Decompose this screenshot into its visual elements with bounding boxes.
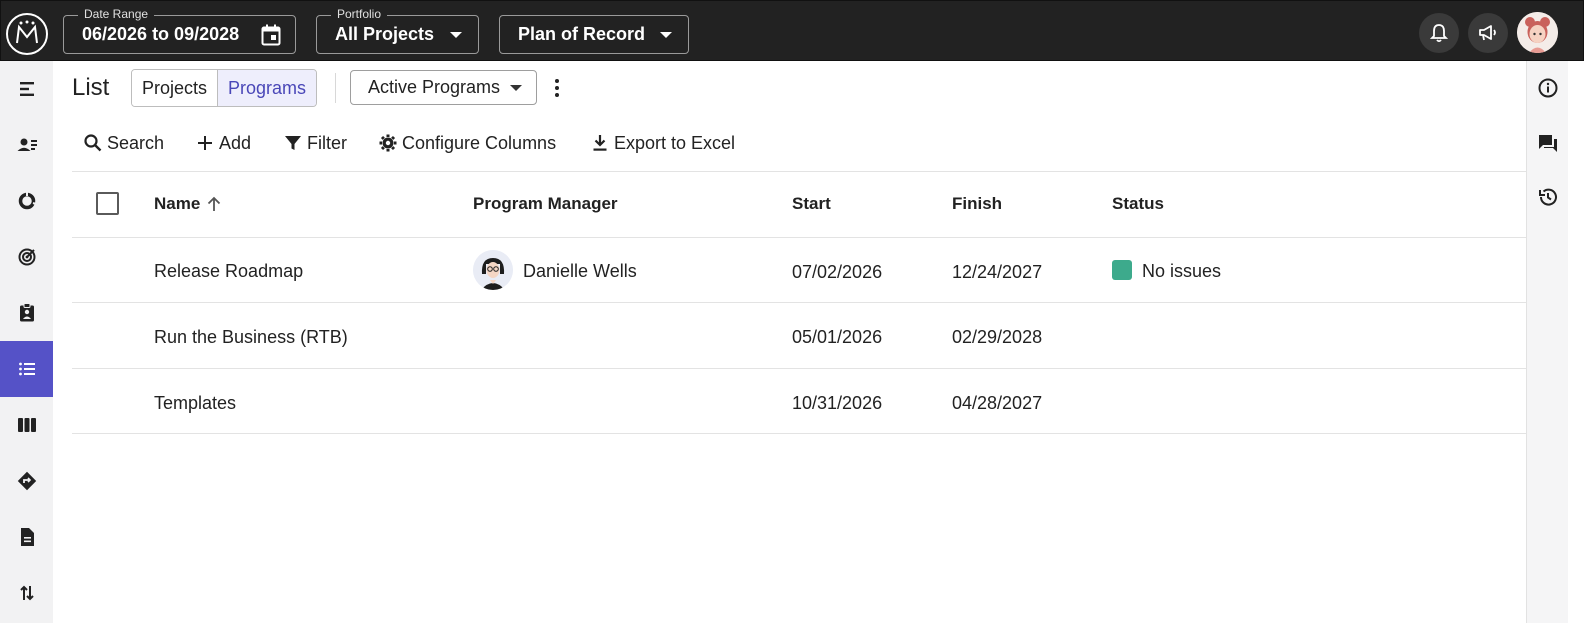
sidebar-item-gantt[interactable] [0, 61, 53, 117]
top-bar: Date Range 06/2026 to 09/2028 Portfolio … [0, 0, 1584, 61]
date-range-field[interactable]: Date Range 06/2026 to 09/2028 [63, 7, 296, 54]
row-2-start: 05/01/2026 [792, 327, 883, 347]
page-title: List [72, 74, 110, 101]
row-2-finish: 02/29/2028 [952, 327, 1043, 347]
export-excel-button[interactable]: Export to Excel [590, 130, 735, 156]
portfolio-select[interactable]: Portfolio All Projects [316, 7, 479, 54]
add-button[interactable]: Add [195, 130, 251, 156]
date-range-legend: Date Range [78, 7, 155, 21]
toggle-programs[interactable]: Programs [217, 70, 317, 106]
chevron-down-icon [510, 85, 522, 91]
calendar-icon[interactable] [261, 24, 281, 46]
document-icon [20, 528, 34, 546]
row-1-finish: 12/24/2027 [952, 262, 1043, 282]
column-header-finish[interactable]: Finish [952, 194, 1002, 214]
right-rail [1526, 61, 1568, 623]
column-header-status[interactable]: Status [1112, 194, 1164, 214]
add-label: Add [219, 132, 252, 153]
chevron-down-icon [450, 32, 462, 38]
date-range-value: 06/2026 to 09/2028 [82, 24, 240, 44]
left-sidebar [0, 61, 53, 623]
user-avatar[interactable] [1517, 12, 1558, 53]
resource-icon [17, 138, 37, 151]
sidebar-item-roadmap[interactable] [0, 453, 53, 509]
bell-icon [1430, 24, 1448, 43]
table-row-divider [72, 433, 1526, 434]
row-3-name[interactable]: Templates [154, 393, 236, 414]
sidebar-item-board[interactable] [0, 397, 53, 453]
configure-columns-button[interactable]: Configure Columns [378, 130, 556, 156]
app-logo-icon[interactable] [6, 13, 48, 55]
sidebar-item-list[interactable] [0, 341, 53, 397]
filter-button[interactable]: Filter [283, 130, 347, 156]
row-1-name[interactable]: Release Roadmap [154, 261, 303, 282]
gantt-icon [19, 82, 34, 96]
filter-label: Filter [307, 132, 347, 153]
column-header-start[interactable]: Start [792, 194, 831, 214]
table-row-divider [72, 368, 1526, 369]
manager-avatar [473, 250, 513, 290]
search-icon [84, 134, 102, 152]
more-options-icon[interactable] [550, 76, 564, 100]
target-icon [18, 248, 35, 266]
plus-icon [198, 136, 212, 150]
sidebar-item-resources[interactable] [0, 117, 53, 173]
portfolio-donut-icon [18, 192, 36, 210]
table-row-divider [72, 237, 1526, 238]
history-icon [1539, 188, 1557, 206]
megaphone-icon [1479, 25, 1496, 41]
chat-icon [1539, 135, 1557, 152]
row-3-start: 10/31/2026 [792, 393, 883, 413]
chevron-down-icon [660, 32, 672, 38]
saved-view-select[interactable]: Active Programs [350, 70, 537, 105]
divider [335, 73, 336, 103]
portfolio-value: All Projects [335, 24, 435, 44]
info-button[interactable] [1527, 68, 1569, 108]
column-header-name[interactable]: Name [154, 194, 200, 214]
status-indicator [1112, 260, 1132, 280]
table-top-border [72, 171, 1526, 172]
search-label: Search [107, 132, 165, 153]
plan-select[interactable]: Plan of Record [499, 15, 689, 54]
row-1-start: 07/02/2026 [792, 262, 883, 282]
export-excel-label: Export to Excel [614, 132, 736, 153]
announcements-button[interactable] [1468, 13, 1508, 53]
filter-icon [285, 136, 301, 150]
toggle-projects[interactable]: Projects [132, 70, 218, 106]
sort-arrows-icon [19, 585, 34, 601]
configure-columns-label: Configure Columns [402, 132, 557, 153]
comments-button[interactable] [1527, 123, 1569, 163]
arrow-up-icon[interactable] [205, 194, 223, 214]
sidebar-item-import-export[interactable] [0, 565, 53, 621]
download-icon [593, 135, 607, 151]
row-1-manager: Danielle Wells [523, 261, 637, 281]
row-1-status: No issues [1142, 261, 1222, 281]
row-2-name[interactable]: Run the Business (RTB) [154, 327, 348, 348]
sidebar-item-assignments[interactable] [0, 285, 53, 341]
plan-value: Plan of Record [518, 24, 646, 44]
sidebar-item-goals[interactable] [0, 229, 53, 285]
info-icon [1538, 78, 1558, 98]
sidebar-item-documents[interactable] [0, 509, 53, 565]
select-all-checkbox[interactable] [96, 192, 119, 215]
sidebar-item-portfolio[interactable] [0, 173, 53, 229]
roadmap-icon [17, 471, 36, 491]
columns-icon [17, 418, 36, 432]
search-button[interactable]: Search [83, 130, 164, 156]
column-header-program-manager[interactable]: Program Manager [473, 194, 618, 214]
history-button[interactable] [1527, 177, 1569, 217]
saved-view-label: Active Programs [368, 77, 501, 97]
table-row-divider [72, 302, 1526, 303]
row-3-finish: 04/28/2027 [952, 393, 1043, 413]
notifications-button[interactable] [1419, 13, 1459, 53]
window-edge [1568, 61, 1584, 623]
list-icon [18, 362, 35, 376]
portfolio-legend: Portfolio [331, 7, 388, 21]
clipboard-icon [19, 303, 34, 322]
view-toggle: Projects Programs [131, 69, 318, 107]
gear-icon [379, 134, 397, 152]
